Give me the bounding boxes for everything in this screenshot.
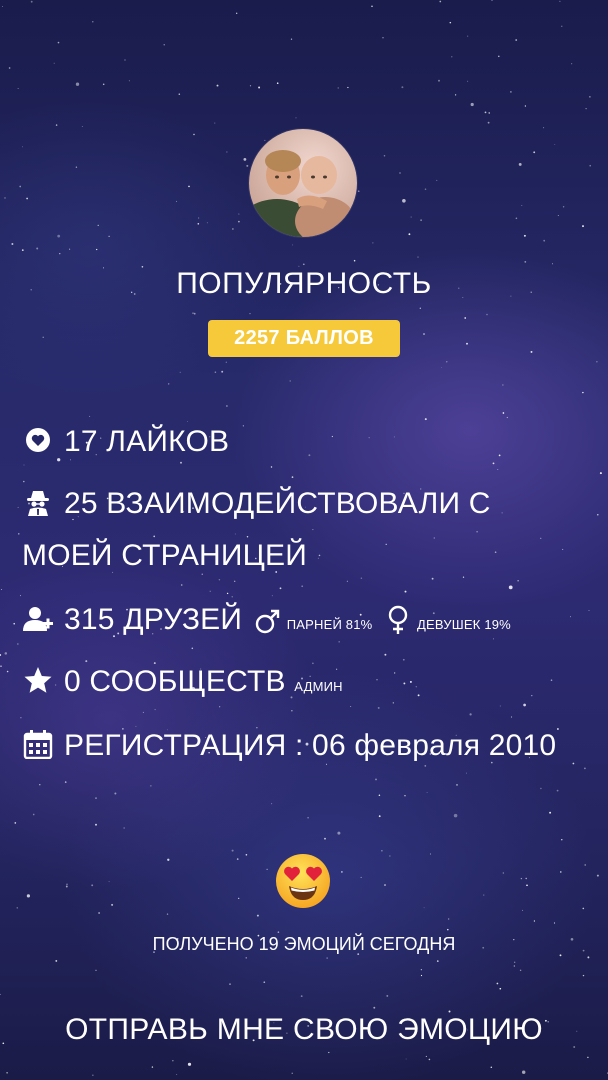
stat-communities: 0 СООБЩЕСТВ АДМИН: [22, 656, 588, 713]
female-icon: [385, 600, 411, 634]
men-percent: ПАРНЕЙ 81%: [286, 617, 373, 632]
friends-count: 315 ДРУЗЕЙ: [64, 603, 243, 636]
avatar-photo: [249, 129, 357, 237]
male-icon: [255, 600, 281, 634]
emotions-received-text: ПОЛУЧЕНО 19 ЭМОЦИЙ СЕГОДНЯ: [152, 934, 456, 954]
interactions-text: 25 ВЗАИМОДЕЙСТВОВАЛИ С МОЕЙ СТРАНИЦЕЙ: [22, 487, 491, 572]
star-icon: [22, 660, 54, 693]
send-emotion-button[interactable]: ОТПРАВЬ МНЕ СВОЮ ЭМОЦИЮ: [0, 1008, 608, 1052]
heart-eyes-emoji-icon[interactable]: [274, 852, 332, 910]
stat-friends: 315 ДРУЗЕЙ ПАРНЕЙ 81% ДЕВУШЕК 19%: [22, 594, 588, 651]
stat-registration: РЕГИСТРАЦИЯ : 06 февраля 2010: [22, 720, 588, 772]
stat-interactions: 25 ВЗАИМОДЕЙСТВОВАЛИ С МОЕЙ СТРАНИЦЕЙ: [22, 478, 588, 582]
women-percent: ДЕВУШЕК 19%: [416, 617, 511, 632]
spy-icon: [22, 482, 54, 516]
popularity-title: ПОПУЛЯРНОСТЬ: [176, 267, 432, 300]
communities-admin-note: АДМИН: [294, 679, 343, 694]
add-user-icon: [22, 598, 54, 631]
registration-date: РЕГИСТРАЦИЯ : 06 февраля 2010: [64, 729, 557, 762]
avatar[interactable]: [249, 129, 357, 237]
score-badge: 2257 БАЛЛОВ: [208, 320, 400, 357]
communities-count: 0 СООБЩЕСТВ: [64, 665, 286, 698]
likes-count: 17 ЛАЙКОВ: [64, 425, 230, 458]
stat-likes: 17 ЛАЙКОВ: [22, 416, 588, 468]
heart-icon: [22, 420, 54, 452]
calendar-icon: [22, 724, 54, 760]
